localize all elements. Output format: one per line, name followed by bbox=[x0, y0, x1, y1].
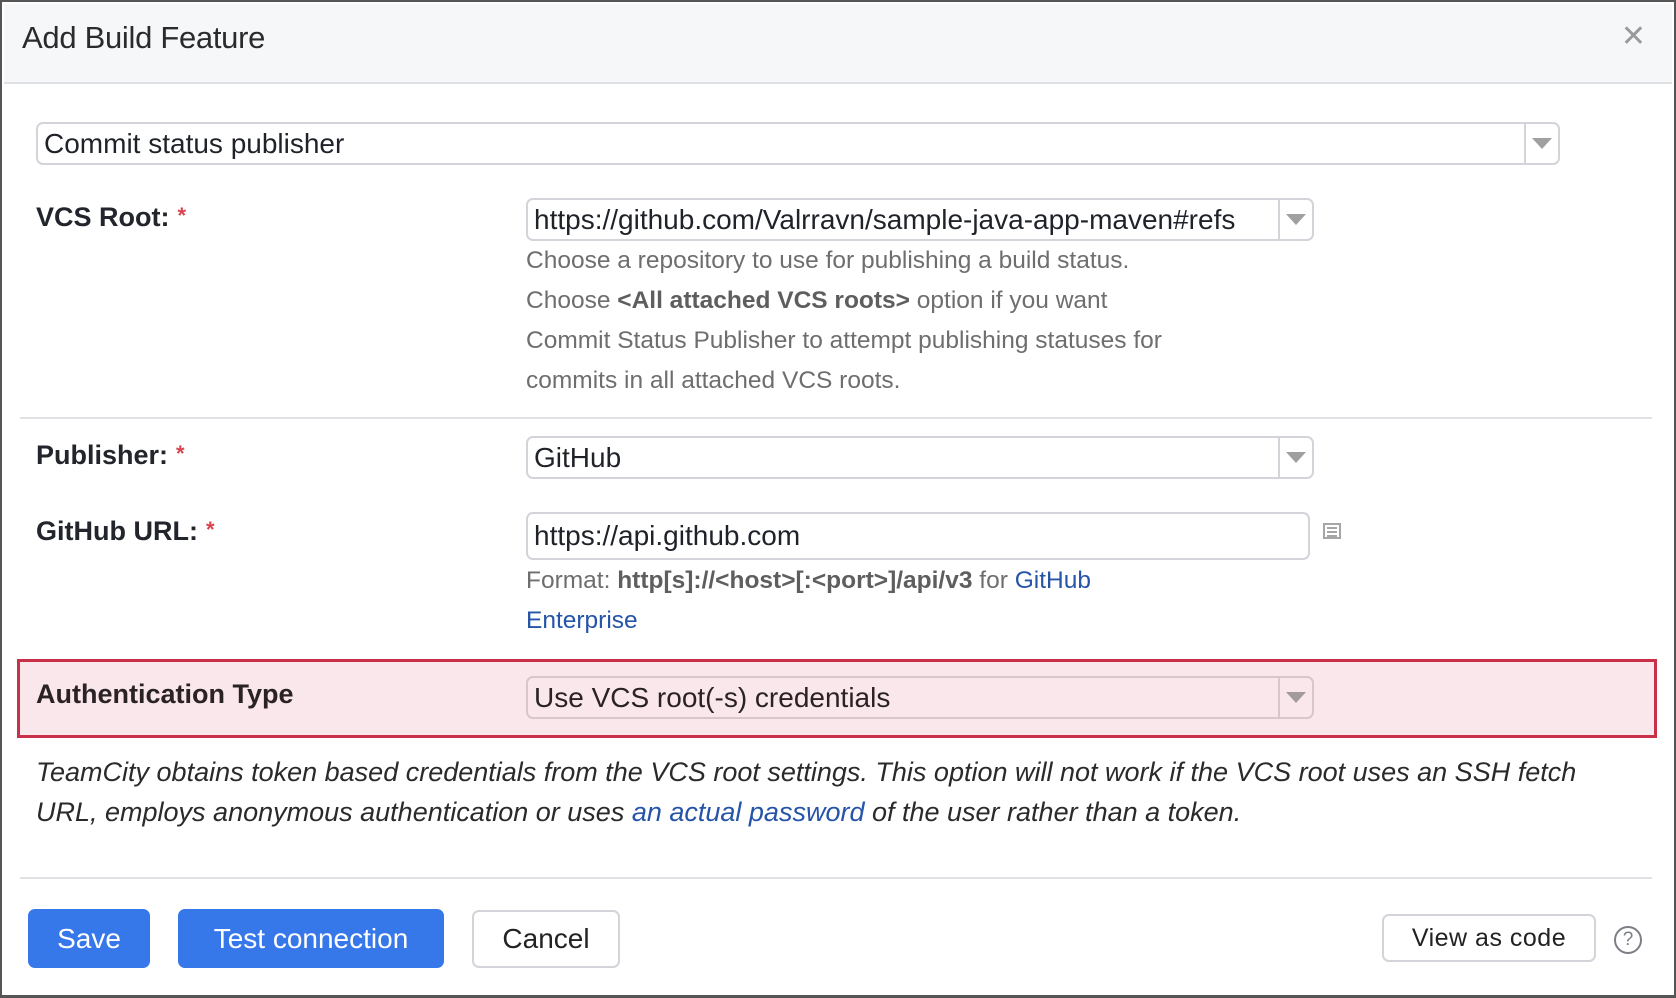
help-text: for bbox=[972, 567, 1015, 594]
github-url-label: GitHub URL: * bbox=[36, 516, 215, 547]
section-divider bbox=[20, 417, 1652, 419]
vcs-root-select[interactable]: https://github.com/Valrravn/sample-java-… bbox=[526, 198, 1314, 241]
test-connection-button[interactable]: Test connection bbox=[178, 909, 444, 968]
auth-type-note: TeamCity obtains token based credentials… bbox=[36, 752, 1636, 832]
vcs-root-value: https://github.com/Valrravn/sample-java-… bbox=[534, 203, 1236, 235]
required-mark: * bbox=[177, 203, 187, 228]
chevron-down-icon[interactable] bbox=[1278, 200, 1312, 239]
help-bold-text: http[s]://<host>[:<port>]/api/v3 bbox=[617, 567, 973, 594]
vcs-root-help-line4: commits in all attached VCS roots. bbox=[526, 367, 901, 394]
github-url-help: Format: http[s]://<host>[:<port>]/api/v3… bbox=[526, 561, 1091, 641]
chevron-down-icon[interactable] bbox=[1524, 124, 1558, 163]
parameters-list-icon[interactable] bbox=[1323, 523, 1341, 539]
publisher-select[interactable]: GitHub bbox=[526, 436, 1314, 479]
github-url-input[interactable]: https://api.github.com bbox=[526, 512, 1310, 560]
github-url-help-line2: Enterprise bbox=[526, 601, 1091, 641]
publisher-label-text: Publisher: bbox=[36, 440, 169, 470]
github-enterprise-link[interactable]: Enterprise bbox=[526, 607, 638, 634]
auth-type-label: Authentication Type bbox=[36, 679, 294, 709]
github-enterprise-link[interactable]: GitHub bbox=[1015, 567, 1091, 594]
auth-type-value: Use VCS root(-s) credentials bbox=[534, 681, 891, 713]
vcs-root-help-line2: Choose <All attached VCS roots> option i… bbox=[526, 281, 1162, 321]
dialog-header: Add Build Feature ✕ bbox=[4, 4, 1672, 84]
save-button[interactable]: Save bbox=[28, 909, 150, 968]
github-url-value: https://api.github.com bbox=[534, 520, 801, 551]
feature-type-value: Commit status publisher bbox=[44, 127, 345, 159]
help-text: Choose bbox=[526, 287, 618, 314]
publisher-value: GitHub bbox=[534, 441, 622, 473]
github-url-label-text: GitHub URL: bbox=[36, 516, 198, 546]
help-bold-text: <All attached VCS roots> bbox=[617, 287, 910, 314]
vcs-root-help-line3: Commit Status Publisher to attempt publi… bbox=[526, 327, 1162, 354]
vcs-root-label: VCS Root: * bbox=[36, 202, 186, 233]
vcs-root-help: Choose a repository to use for publishin… bbox=[526, 241, 1162, 401]
publisher-label: Publisher: * bbox=[36, 440, 185, 471]
help-text: Format: bbox=[526, 567, 618, 594]
vcs-root-label-text: VCS Root: bbox=[36, 202, 170, 232]
close-icon[interactable]: ✕ bbox=[1621, 22, 1646, 52]
required-mark: * bbox=[176, 441, 185, 466]
footer-divider bbox=[20, 877, 1652, 879]
chevron-down-icon[interactable] bbox=[1278, 438, 1312, 477]
chevron-down-icon[interactable] bbox=[1278, 678, 1312, 717]
note-text: of the user rather than a token. bbox=[864, 797, 1242, 827]
cancel-button[interactable]: Cancel bbox=[472, 910, 620, 968]
auth-type-select[interactable]: Use VCS root(-s) credentials bbox=[526, 676, 1314, 719]
dialog-title: Add Build Feature bbox=[22, 20, 266, 55]
vcs-root-help-line1: Choose a repository to use for publishin… bbox=[526, 247, 1130, 274]
github-url-help-line1: Format: http[s]://<host>[:<port>]/api/v3… bbox=[526, 561, 1091, 601]
required-mark: * bbox=[205, 517, 215, 542]
help-text: option if you want bbox=[910, 287, 1108, 314]
view-as-code-button[interactable]: View as code bbox=[1382, 914, 1596, 962]
feature-type-select[interactable]: Commit status publisher bbox=[36, 122, 1560, 165]
actual-password-link[interactable]: an actual password bbox=[632, 797, 865, 827]
help-icon[interactable]: ? bbox=[1614, 926, 1642, 954]
